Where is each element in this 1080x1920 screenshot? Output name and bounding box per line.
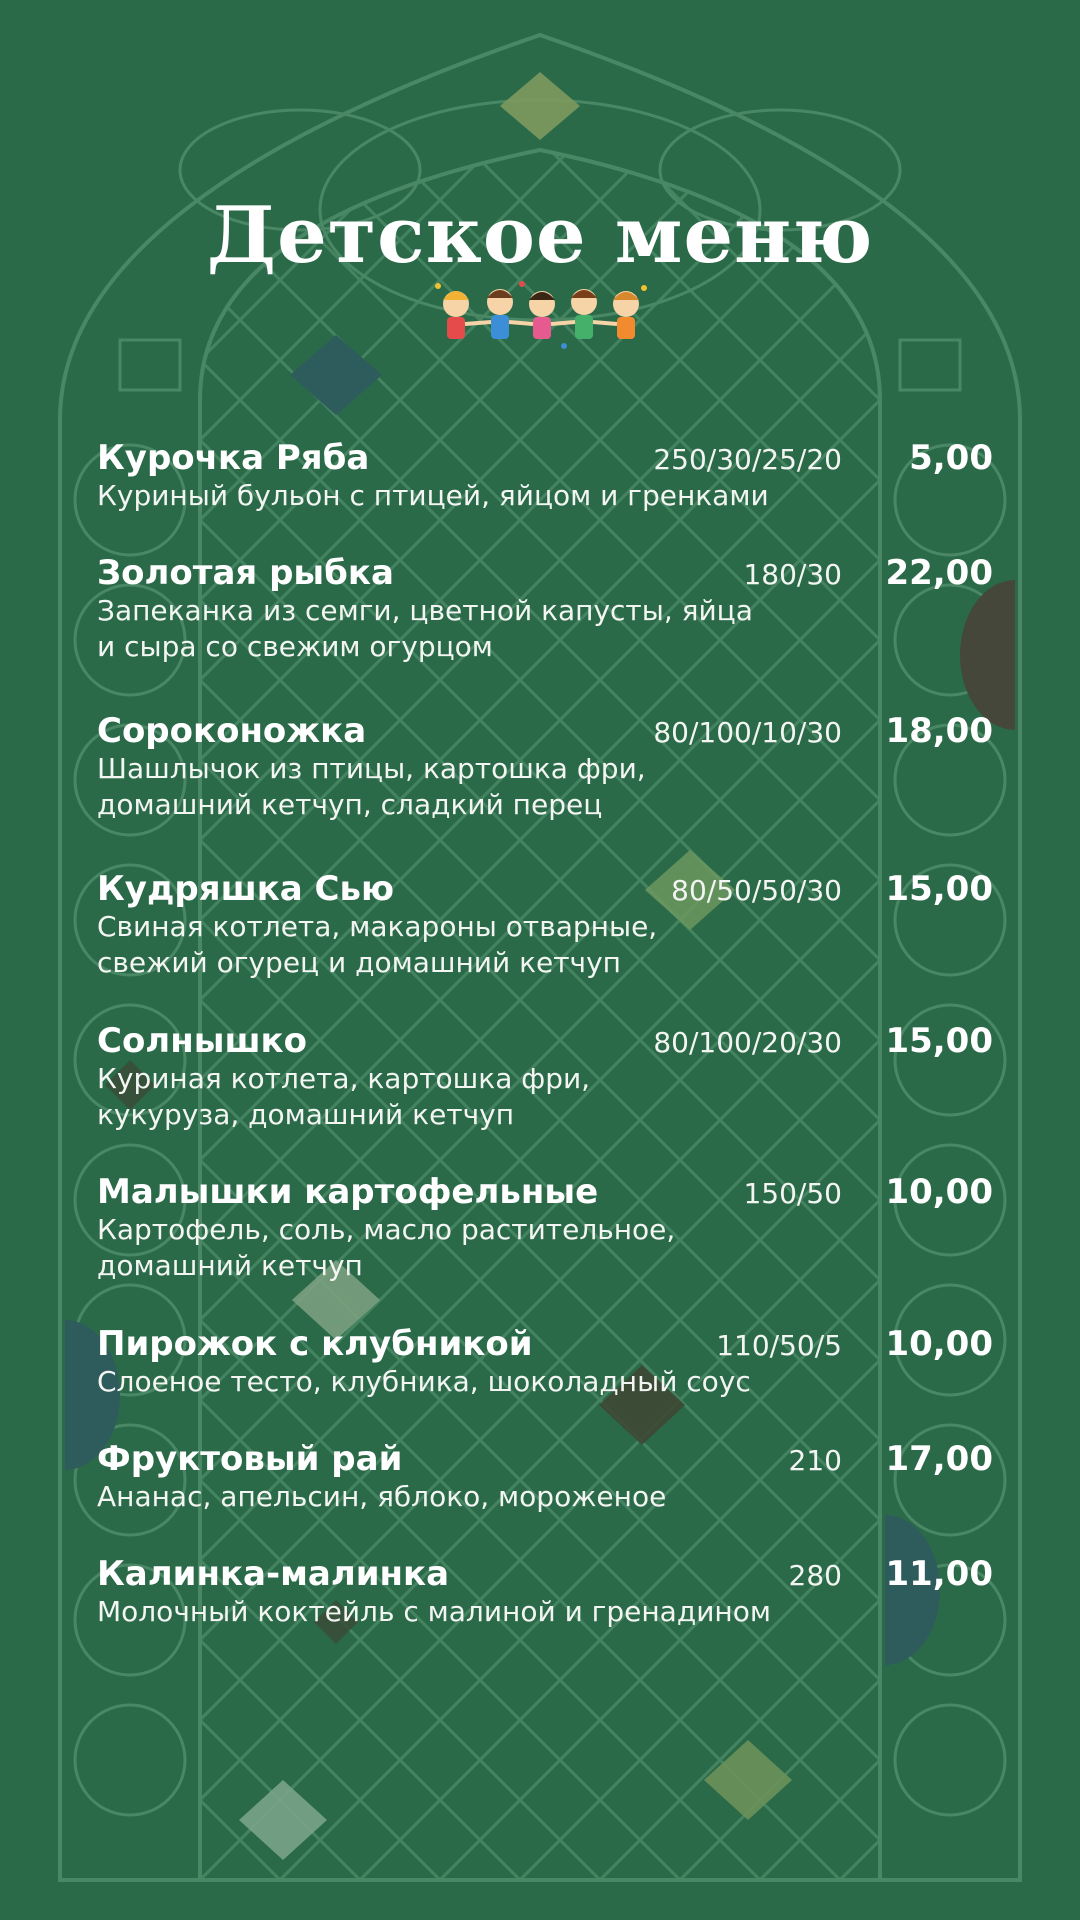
dish-description: Молочный коктейль с малиной и гренадином xyxy=(97,1595,771,1628)
dish-weight: 80/100/10/30 xyxy=(653,716,842,749)
dish-name: Кудряшка Сью xyxy=(97,869,395,909)
dish-description: Куриный бульон с птицей, яйцом и гренкам… xyxy=(97,479,769,512)
dish-weight: 180/30 xyxy=(743,558,842,591)
dish-name: Фруктовый рай xyxy=(97,1439,403,1479)
dish-name: Пирожок с клубникой xyxy=(97,1324,533,1364)
dish-price: 17,00 xyxy=(885,1439,993,1479)
dish-price: 15,00 xyxy=(885,869,993,909)
dish-name: Курочка Ряба xyxy=(97,438,370,478)
dish-price: 10,00 xyxy=(885,1324,993,1364)
dish-price: 11,00 xyxy=(885,1554,993,1594)
dish-name: Солнышко xyxy=(97,1021,307,1061)
menu-title: Детское меню xyxy=(206,190,874,281)
dish-weight: 280 xyxy=(788,1559,842,1592)
dish-weight: 210 xyxy=(788,1444,842,1477)
dish-weight: 80/100/20/30 xyxy=(653,1026,842,1059)
dish-description: Картофель, соль, масло растительное, дом… xyxy=(97,1213,676,1282)
dish-name: Калинка-малинка xyxy=(97,1554,450,1594)
dish-weight: 80/50/50/30 xyxy=(671,874,842,907)
dish-name: Сороконожка xyxy=(97,711,367,751)
dish-name: Золотая рыбка xyxy=(97,553,394,593)
dish-price: 5,00 xyxy=(909,438,993,478)
dish-weight: 110/50/5 xyxy=(716,1329,842,1362)
dish-price: 10,00 xyxy=(885,1172,993,1212)
dish-description: Свиная котлета, макароны отварные, свежи… xyxy=(97,910,658,979)
dish-description: Куриная котлета, картошка фри, кукуруза,… xyxy=(97,1062,591,1131)
dish-description: Запеканка из семги, цветной капусты, яйц… xyxy=(97,594,753,663)
dish-price: 22,00 xyxy=(885,553,993,593)
dish-description: Шашлычок из птицы, картошка фри, домашни… xyxy=(97,752,646,821)
dish-price: 18,00 xyxy=(885,711,993,751)
dish-description: Слоеное тесто, клубника, шоколадный соус xyxy=(97,1365,751,1398)
children-illustration-icon xyxy=(435,281,647,349)
dish-name: Малышки картофельные xyxy=(97,1172,599,1212)
dish-weight: 150/50 xyxy=(743,1177,842,1210)
dish-price: 15,00 xyxy=(885,1021,993,1061)
dish-description: Ананас, апельсин, яблоко, мороженое xyxy=(97,1480,667,1513)
dish-weight: 250/30/25/20 xyxy=(653,443,842,476)
